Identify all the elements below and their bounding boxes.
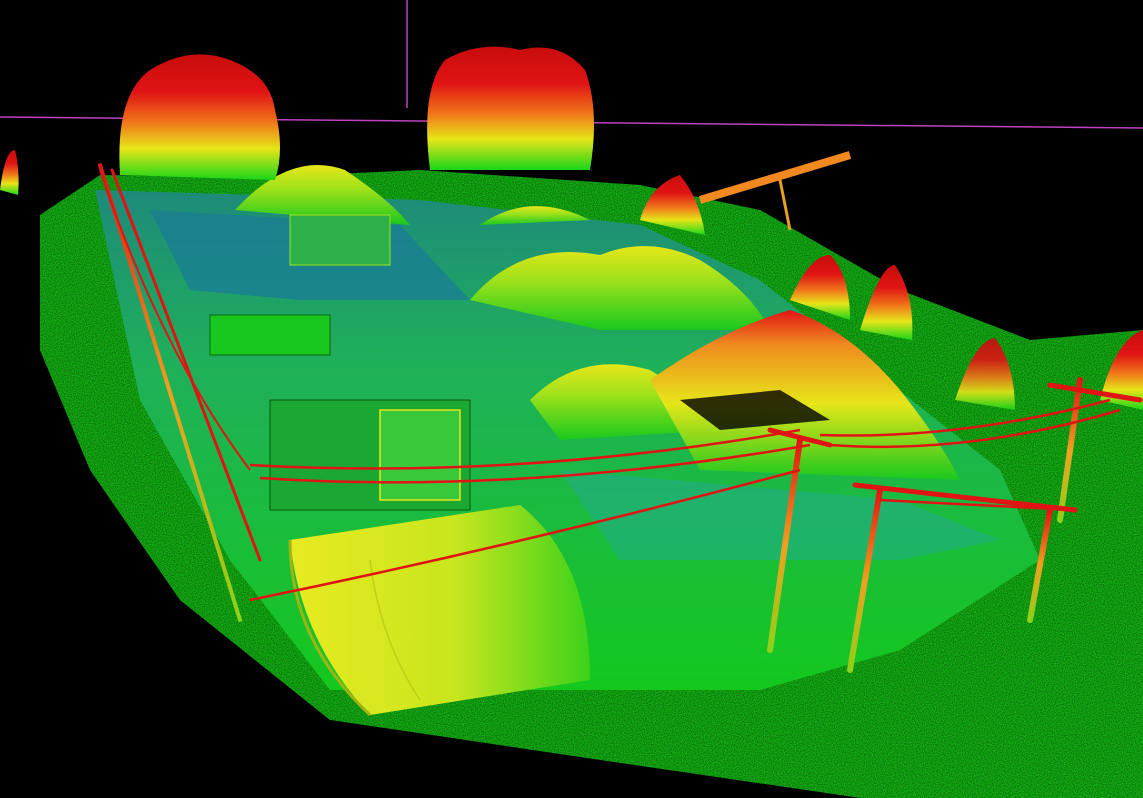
plant-tower: [379, 409, 461, 501]
shed-left: [209, 314, 331, 356]
tree-cluster-center: [427, 46, 594, 170]
rear-structure: [289, 214, 391, 266]
point-cloud-viewport[interactable]: [0, 0, 1143, 798]
